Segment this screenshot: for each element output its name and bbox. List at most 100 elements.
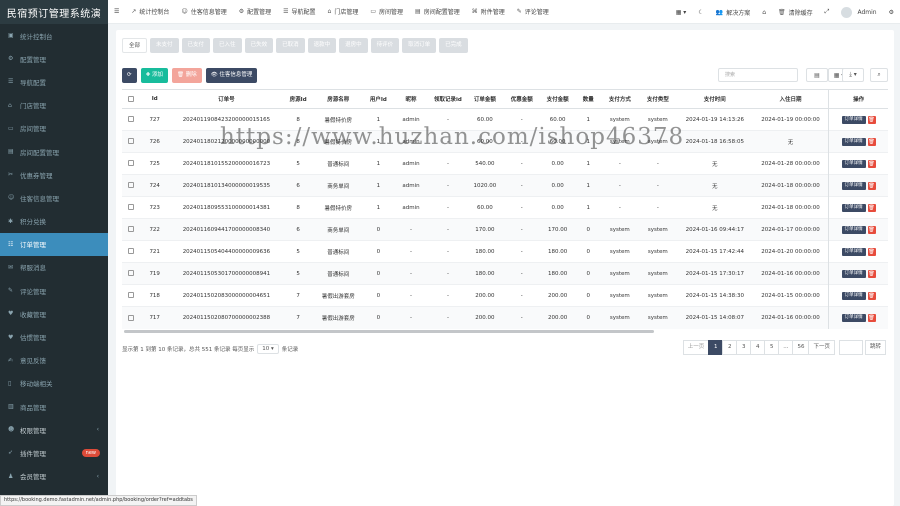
order-detail-button[interactable]: 订单详情 (841, 225, 866, 234)
row-checkbox[interactable] (122, 262, 141, 285)
top-nav-link[interactable]: ⌘ 附件管理 (466, 0, 511, 24)
menu-toggle-icon[interactable]: ☰ (108, 0, 125, 24)
column-header[interactable]: 支付方式 (600, 89, 639, 109)
top-nav-link[interactable]: ☰ 导航配置 (277, 0, 321, 24)
add-button[interactable]: ✚ 添加 (140, 68, 168, 83)
row-checkbox[interactable] (122, 174, 141, 197)
order-detail-button[interactable]: 订单详情 (841, 247, 866, 256)
top-nav-link[interactable]: ✎ 评论管理 (511, 0, 555, 24)
guest-info-button[interactable]: 👁 住客信息管理 (205, 68, 258, 83)
sidebar-item[interactable]: ✎ 评论管理 (0, 279, 108, 302)
column-header[interactable]: 用户Id (364, 89, 393, 109)
sidebar-item[interactable]: ▯ 移动端相关 (0, 372, 108, 395)
table-row[interactable]: 718 2024011502083000000004651 7 暑假出游套房 0- -20… (122, 284, 888, 307)
column-header[interactable]: Id (140, 89, 169, 109)
table-row[interactable]: 722 2024011609441700000008340 6 商务单间 0- -170.… (122, 218, 888, 241)
page-jump-button[interactable]: 跳转 (864, 340, 886, 355)
sidebar-item[interactable]: ☺ 住客信息管理 (0, 186, 108, 209)
sidebar-item[interactable]: ▥ 商品管理 (0, 395, 108, 418)
sidebar-item[interactable]: ✍ 意见反馈 (0, 349, 108, 372)
table-cell[interactable]: 1 (364, 174, 393, 197)
table-row[interactable]: 717 2024011502080700000002388 7 暑假出游套房 0- -20… (122, 306, 888, 329)
page-button[interactable]: 5 (764, 340, 780, 355)
table-row[interactable]: 727 2024011908423200000015165 8 暑假特价房 1 admin… (122, 108, 888, 131)
sidebar-item[interactable]: ☻ 权限管理 ‹ (0, 418, 108, 441)
order-detail-button[interactable]: 订单详情 (841, 159, 866, 168)
sidebar-item[interactable]: ✱ 积分兑换 (0, 210, 108, 233)
page-jump-input[interactable] (838, 340, 863, 355)
column-header[interactable]: 订单号 (168, 89, 285, 109)
delete-row-icon[interactable]: 🗑 (867, 203, 876, 212)
moon-icon[interactable]: ☾ (692, 0, 709, 24)
toggle-view-icon[interactable]: ▤ (806, 68, 828, 82)
refresh-button[interactable]: ⟳ (122, 68, 137, 83)
status-tab[interactable]: 已取消 (276, 38, 305, 53)
top-nav-link[interactable]: ▤ 房间配置管理 (409, 0, 466, 24)
table-cell[interactable]: 0 (364, 218, 393, 241)
sidebar-item[interactable]: ⚙ 配置管理 (0, 47, 108, 70)
page-button[interactable]: 下一页 (808, 340, 835, 355)
delete-row-icon[interactable]: 🗑 (867, 181, 876, 190)
search-input[interactable]: 搜索 (718, 68, 798, 82)
user-menu[interactable]: Admin (835, 0, 882, 24)
page-size-select[interactable]: 10 ▾ (257, 344, 279, 354)
row-checkbox[interactable] (122, 196, 141, 219)
export-icon[interactable]: ⤓ ▾ (842, 68, 864, 82)
scrollbar-thumb[interactable] (124, 330, 654, 333)
status-tab[interactable]: 已完成 (439, 38, 468, 53)
column-header[interactable]: 数量 (575, 89, 601, 109)
column-header[interactable]: 操作 (828, 89, 888, 109)
column-header[interactable]: 昵称 (392, 89, 431, 109)
row-checkbox[interactable] (122, 152, 141, 175)
delete-button[interactable]: 🗑 删除 (171, 68, 202, 83)
sidebar-item[interactable]: ⌂ 门店管理 (0, 94, 108, 117)
column-header[interactable]: 支付类型 (638, 89, 677, 109)
search-icon[interactable]: ⌕ (870, 68, 888, 82)
column-header[interactable]: 入住日期 (752, 89, 829, 109)
status-tab[interactable]: 待评价 (370, 38, 400, 53)
status-tab[interactable]: 取消订单 (402, 38, 437, 53)
app-title[interactable]: 民宿预订管理系统演 (0, 0, 108, 24)
row-checkbox[interactable] (122, 130, 141, 153)
top-nav-link[interactable]: ☺ 住客信息管理 (175, 0, 232, 24)
sidebar-item[interactable]: ✉ 帮服消息 (0, 256, 108, 279)
column-header[interactable]: 支付金额 (539, 89, 576, 109)
table-cell[interactable]: 0 (364, 306, 393, 329)
table-row[interactable]: 726 2024011802120000000000000 8 暑假特价房 1 admin… (122, 130, 888, 153)
table-row[interactable]: 725 2024011810155200000016723 5 普通标间 1 admin -… (122, 152, 888, 175)
page-button[interactable]: ... (778, 340, 794, 355)
table-row[interactable]: 723 2024011809553100000014381 8 暑假特价房 1 admin… (122, 196, 888, 219)
table-cell[interactable]: 0 (364, 284, 393, 307)
status-tab[interactable]: 已支付 (181, 38, 211, 53)
column-header[interactable]: 领取记录id (430, 89, 466, 109)
delete-row-icon[interactable]: 🗑 (867, 225, 876, 234)
sidebar-item[interactable]: ♟ 会员管理 ‹ (0, 465, 108, 488)
order-detail-button[interactable]: 订单详情 (841, 115, 866, 124)
page-button[interactable]: 56 (792, 340, 810, 355)
top-nav-link[interactable]: ▭ 房间管理 (364, 0, 409, 24)
horizontal-scrollbar[interactable] (122, 329, 888, 335)
sidebar-item[interactable]: ➶ 插件管理 new (0, 441, 108, 464)
row-checkbox[interactable] (122, 284, 141, 307)
status-tab[interactable]: 已入住 (213, 38, 242, 53)
page-button[interactable]: 上一页 (682, 340, 710, 355)
delete-row-icon[interactable]: 🗑 (867, 115, 876, 124)
status-tab[interactable]: 已失效 (244, 38, 274, 53)
status-tab[interactable]: 退款中 (307, 38, 337, 53)
column-header[interactable]: 房源Id (284, 89, 312, 109)
sidebar-item[interactable]: ▤ 房间配置管理 (0, 140, 108, 163)
grid-menu-icon[interactable]: ▦ ▾ (670, 0, 693, 24)
page-button[interactable]: 4 (750, 340, 766, 355)
sidebar-item[interactable]: ✂ 优惠券管理 (0, 163, 108, 186)
delete-row-icon[interactable]: 🗑 (867, 269, 876, 278)
page-button[interactable]: 2 (722, 340, 738, 355)
table-row[interactable]: 721 2024011505404400000009636 5 普通标间 0- -180.… (122, 240, 888, 263)
delete-row-icon[interactable]: 🗑 (867, 159, 876, 168)
row-checkbox[interactable] (122, 306, 141, 329)
delete-row-icon[interactable]: 🗑 (867, 313, 876, 322)
order-detail-button[interactable]: 订单详情 (841, 181, 866, 190)
order-detail-button[interactable]: 订单详情 (841, 269, 866, 278)
delete-row-icon[interactable]: 🗑 (867, 291, 876, 300)
solution-link[interactable]: 👥 解决方案 (710, 0, 757, 24)
page-button[interactable]: 1 (708, 340, 724, 355)
